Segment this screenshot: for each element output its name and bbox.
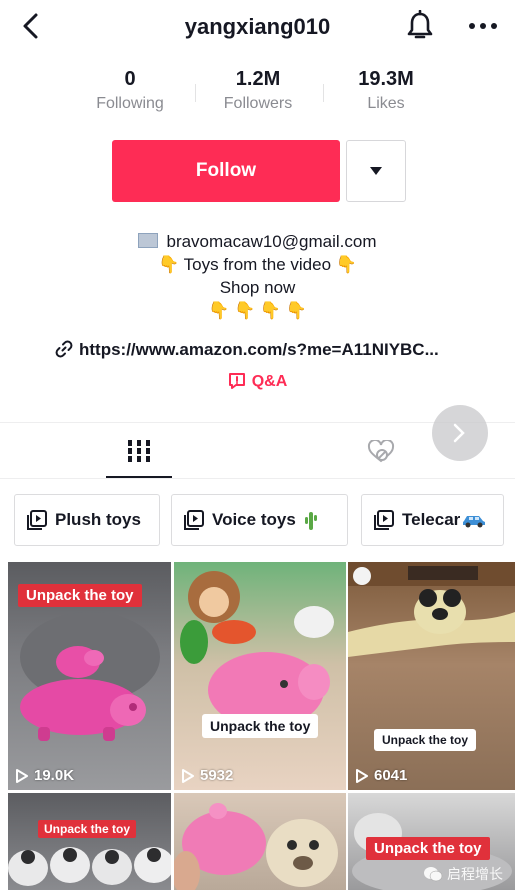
playlist-chip-telecar[interactable]: Telecar [361, 494, 504, 546]
playlist-chip-plush-toys[interactable]: Plush toys [14, 494, 160, 546]
video-grid: Unpack the toy 19.0K Unpack the toy 5932 [0, 562, 515, 890]
play-icon [182, 768, 194, 783]
floating-scroll-button[interactable] [432, 405, 488, 461]
top-bar: yangxiang010 [0, 0, 515, 52]
bio-toys-text: Toys from the video [183, 255, 332, 274]
pig-and-pug-toys-image [174, 803, 338, 890]
profile-bio: bravomacaw10@gmail.com 👇 Toys from the v… [0, 230, 515, 322]
profile-stats: 0 Following 1.2M Followers 19.3M Likes [0, 68, 515, 120]
following-label: Following [96, 95, 164, 112]
more-options-icon[interactable] [466, 14, 500, 38]
tabs-bottom-divider [0, 478, 515, 479]
playlist-icon [184, 510, 204, 530]
followers-count: 1.2M [235, 68, 281, 90]
playlist-chip-voice-toys[interactable]: Voice toys [171, 494, 348, 546]
panda-squishy-toy-image [348, 562, 515, 657]
watermark: 启程增长 [423, 864, 503, 884]
video-thumbnail[interactable]: Unpack the toy 5932 [174, 562, 346, 790]
qa-icon [228, 373, 245, 389]
car-icon [463, 516, 486, 528]
bio-email: bravomacaw10@gmail.com [166, 232, 377, 251]
tab-liked[interactable] [350, 424, 410, 478]
playlist-icon [374, 510, 394, 530]
play-icon [16, 768, 28, 783]
playlist-icon [27, 510, 47, 530]
video-title-tag: Unpack the toy [18, 584, 142, 607]
view-count-value: 19.0K [34, 767, 75, 784]
video-thumbnail[interactable]: Unpack the toy [8, 793, 171, 890]
tab-videos[interactable] [106, 424, 172, 478]
stat-likes[interactable]: 19.3M Likes [316, 68, 456, 113]
playlist-label: Plush toys [55, 510, 141, 529]
bell-icon[interactable] [405, 10, 435, 42]
watermark-text: 启程增长 [447, 866, 503, 882]
pointing-down-icon: 👇 [335, 255, 357, 274]
qa-link[interactable]: Q&A [0, 372, 515, 391]
video-title-tag: Unpack the toy [374, 729, 477, 751]
grid-icon [127, 440, 151, 462]
follow-button[interactable]: Follow [112, 140, 340, 202]
video-thumbnail[interactable] [174, 793, 346, 890]
pointing-down-icon: 👇 [233, 301, 256, 320]
link-icon [55, 340, 73, 358]
qa-label: Q&A [251, 373, 288, 390]
play-icon [356, 768, 368, 783]
pointing-down-icon: 👇 [259, 301, 282, 320]
wechat-icon [424, 867, 443, 882]
video-thumbnail[interactable]: Unpack the toy 6041 [348, 562, 515, 790]
playlist-label: Telecar [402, 510, 461, 529]
profile-link[interactable]: https://www.amazon.com/s?me=A11NIYBC... [55, 340, 495, 360]
liked-hidden-icon [367, 440, 395, 463]
likes-count: 19.3M [358, 68, 414, 90]
email-icon [138, 233, 159, 248]
view-count: 19.0K [16, 767, 74, 784]
pointing-down-icon: 👇 [158, 255, 180, 274]
bio-email-line: bravomacaw10@gmail.com [0, 230, 515, 253]
profile-link-text: https://www.amazon.com/s?me=A11NIYBC... [79, 340, 439, 359]
pig-toy-scene-image [180, 571, 334, 728]
playlist-row: Plush toys Voice toys Telecar [0, 494, 515, 548]
video-thumbnail[interactable]: Unpack the toy 启程增长 [348, 793, 515, 890]
playlist-label: Voice toys [212, 510, 296, 529]
view-count-value: 5932 [200, 767, 234, 784]
chevron-right-icon [453, 423, 465, 443]
stat-followers[interactable]: 1.2M Followers [188, 68, 328, 113]
cactus-icon [304, 512, 317, 530]
pointing-down-icon: 👇 [208, 301, 230, 320]
following-count: 0 [124, 68, 136, 90]
caret-down-icon [370, 167, 382, 175]
video-title-tag: Unpack the toy [202, 714, 319, 738]
video-title-tag: Unpack the toy [38, 820, 137, 838]
followers-label: Followers [223, 95, 293, 112]
video-title-tag: Unpack the toy [366, 837, 490, 860]
suggested-accounts-dropdown-button[interactable] [346, 140, 406, 202]
sheep-toys-image [8, 847, 171, 886]
likes-label: Likes [367, 95, 405, 112]
video-thumbnail[interactable]: Unpack the toy 19.0K [8, 562, 171, 790]
bio-line-toys: 👇 Toys from the video 👇 [0, 253, 515, 276]
stat-following[interactable]: 0 Following [60, 68, 200, 113]
pointing-down-icon: 👇 [285, 301, 307, 320]
view-count-value: 6041 [374, 767, 408, 784]
view-count: 6041 [356, 767, 407, 784]
bio-hands-line: 👇 👇 👇 👇 [0, 299, 515, 322]
bio-shop-now: Shop now [219, 278, 296, 297]
view-count: 5932 [182, 767, 233, 784]
profile-username: yangxiang010 [184, 14, 331, 39]
